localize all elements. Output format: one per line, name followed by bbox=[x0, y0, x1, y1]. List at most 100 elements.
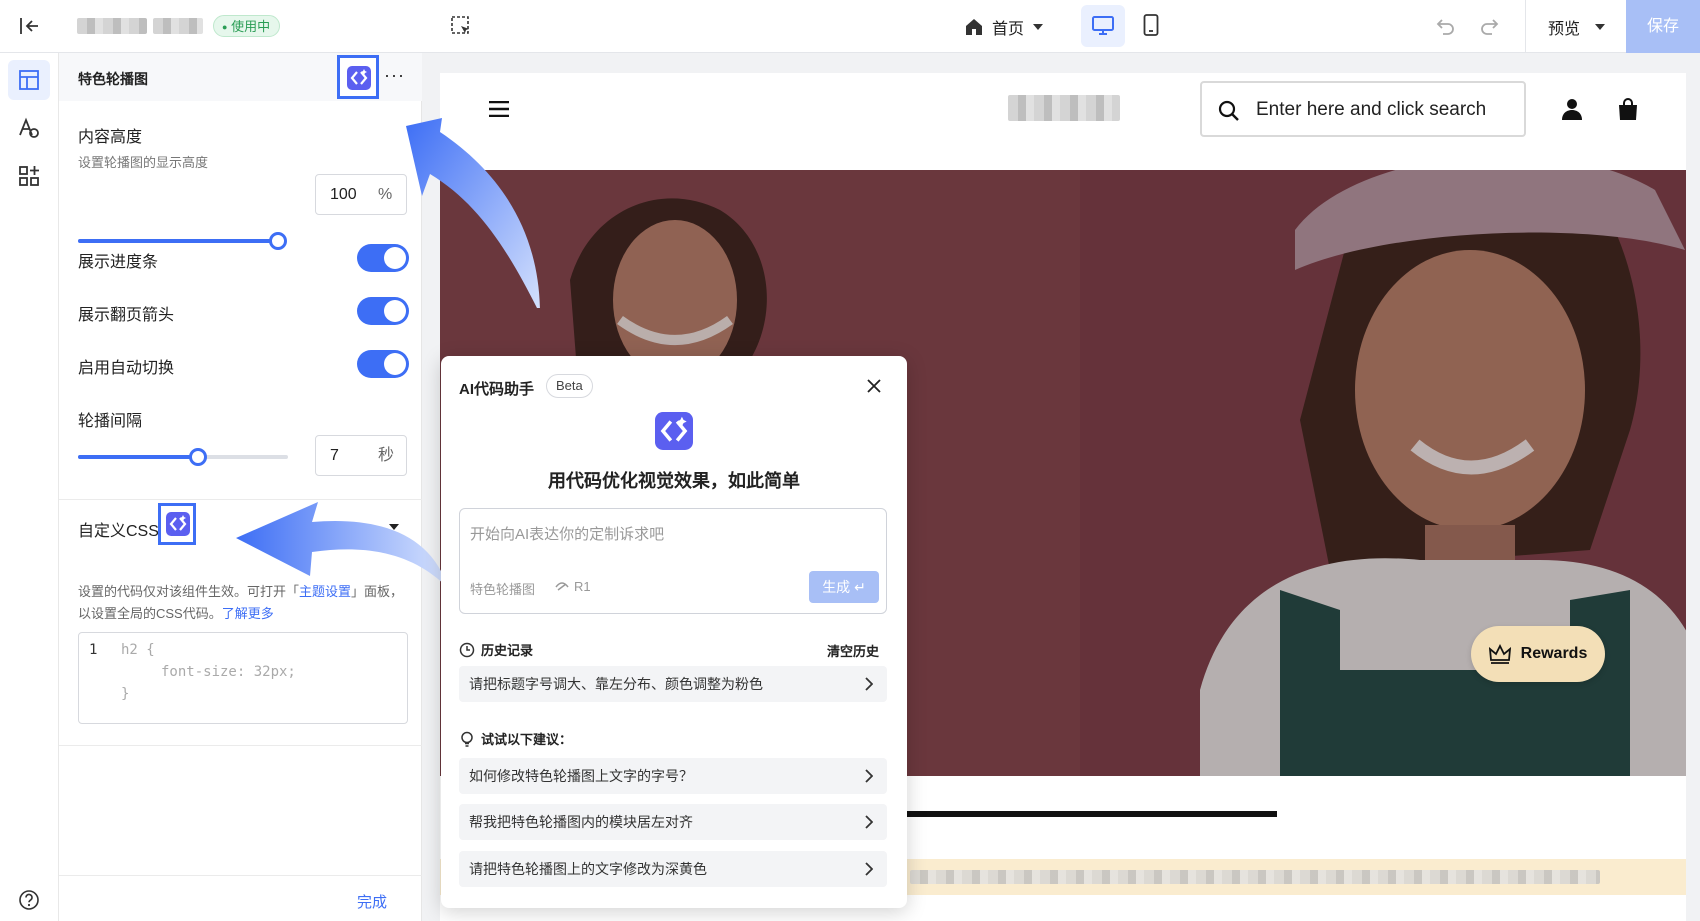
history-title: 历史记录 bbox=[481, 643, 534, 658]
rewards-button[interactable]: Rewards bbox=[1471, 626, 1605, 682]
suggestions-header: 试试以下建议： bbox=[459, 729, 572, 748]
context-tag: 特色轮播图 bbox=[470, 582, 536, 597]
code-line: font-size: 32px; bbox=[161, 664, 296, 680]
interval-slider[interactable] bbox=[78, 448, 288, 466]
lightbulb-icon bbox=[461, 731, 473, 747]
ai-dialog-title: AI代码助手 bbox=[459, 381, 535, 398]
generate-button[interactable]: 生成 ↵ bbox=[809, 571, 879, 603]
height-label: 内容高度 bbox=[78, 129, 143, 146]
page-select[interactable]: 首页 bbox=[964, 14, 1044, 40]
caret-down-icon bbox=[1595, 24, 1606, 30]
search-placeholder: Enter here and click search bbox=[1256, 99, 1487, 120]
caret-down-icon bbox=[1033, 24, 1044, 30]
code-line: } bbox=[121, 686, 130, 702]
divider bbox=[59, 875, 422, 876]
rewards-label: Rewards bbox=[1520, 645, 1588, 662]
clear-history-button[interactable]: 清空历史 bbox=[827, 641, 879, 660]
height-input[interactable]: 100 % bbox=[315, 174, 407, 215]
height-slider-knob[interactable] bbox=[269, 232, 287, 250]
interval-slider-fill bbox=[78, 455, 198, 459]
home-icon bbox=[966, 19, 982, 35]
top-bar: ● 使用中 首页 预览 保存 bbox=[0, 0, 1700, 53]
height-value: 100 bbox=[330, 186, 357, 203]
suggestion-item[interactable]: 请把特色轮播图上的文字修改为深黄色 bbox=[459, 851, 887, 887]
store-search-box[interactable]: Enter here and click search bbox=[1200, 81, 1526, 137]
cart-bag-icon[interactable] bbox=[1617, 98, 1639, 120]
crown-icon bbox=[1488, 644, 1511, 664]
css-ai-button[interactable] bbox=[158, 503, 196, 545]
ai-headline: 用代码优化视觉效果，如此简单 bbox=[548, 471, 800, 491]
section-title: 特色轮播图 bbox=[78, 71, 148, 87]
beta-badge: Beta bbox=[546, 374, 593, 398]
apps-icon bbox=[19, 166, 39, 186]
slide-progress-bar bbox=[852, 811, 1277, 817]
line-number: 1 bbox=[89, 642, 98, 658]
font-style-icon bbox=[19, 117, 39, 138]
suggestion-item[interactable]: 如何修改特色轮播图上文字的字号？ bbox=[459, 758, 887, 794]
hamburger-menu-icon[interactable] bbox=[489, 101, 509, 117]
auto-switch-label: 启用自动切换 bbox=[78, 360, 175, 377]
layout-icon bbox=[19, 70, 39, 90]
divider bbox=[1525, 0, 1526, 53]
history-item-text: 请把标题字号调大、靠左分布、颜色调整为粉色 bbox=[469, 676, 763, 692]
interval-input[interactable]: 7 秒 bbox=[315, 435, 407, 476]
account-icon[interactable] bbox=[1561, 98, 1583, 120]
banner-text-blurred bbox=[910, 870, 1600, 884]
model-tag-label: R1 bbox=[574, 579, 591, 594]
model-tag[interactable]: R1 bbox=[555, 579, 591, 594]
history-item[interactable]: 请把标题字号调大、靠左分布、颜色调整为粉色 bbox=[459, 666, 887, 702]
help-icon[interactable] bbox=[18, 889, 40, 911]
desktop-icon bbox=[1092, 16, 1114, 35]
code-line: h2 { bbox=[121, 642, 155, 658]
guide-arrow-up bbox=[406, 118, 540, 308]
done-button[interactable]: 完成 bbox=[357, 891, 387, 912]
select-region-icon[interactable] bbox=[450, 15, 472, 37]
sections-tab[interactable] bbox=[8, 60, 50, 100]
chevron-right-icon bbox=[865, 677, 873, 691]
theme-name-blurred bbox=[77, 18, 203, 34]
ai-logo-icon bbox=[655, 412, 693, 450]
preview-button[interactable]: 预览 bbox=[1548, 14, 1606, 40]
store-logo-blurred bbox=[1008, 95, 1120, 121]
theme-style-tab[interactable] bbox=[18, 117, 40, 139]
exit-icon[interactable] bbox=[18, 15, 40, 37]
chevron-right-icon bbox=[865, 815, 873, 829]
guide-arrow-left bbox=[236, 502, 448, 588]
chevron-right-icon bbox=[865, 862, 873, 876]
apps-tab[interactable] bbox=[18, 165, 40, 187]
save-button[interactable]: 保存 bbox=[1626, 0, 1700, 53]
status-badge: ● 使用中 bbox=[213, 15, 281, 37]
desktop-view-button[interactable] bbox=[1081, 5, 1125, 47]
ai-prompt-box[interactable]: 开始向AI表达你的定制诉求吧 特色轮播图 R1 生成 ↵ bbox=[459, 508, 887, 614]
interval-unit: 秒 bbox=[378, 447, 395, 464]
chevron-right-icon bbox=[865, 769, 873, 783]
interval-slider-knob[interactable] bbox=[188, 448, 207, 466]
interval-label: 轮播间隔 bbox=[78, 413, 143, 430]
undo-icon[interactable] bbox=[1436, 16, 1456, 36]
history-clock-icon bbox=[459, 642, 475, 657]
mobile-view-button[interactable] bbox=[1143, 14, 1159, 36]
learn-more-link[interactable]: 了解更多 bbox=[222, 606, 274, 621]
more-icon[interactable]: ··· bbox=[384, 65, 405, 86]
suggestion-item[interactable]: 帮我把特色轮播图内的模块居左对齐 bbox=[459, 804, 887, 840]
css-code-editor[interactable]: 1 h2 { font-size: 32px; } bbox=[78, 632, 408, 724]
panel-header: 特色轮播图 ··· bbox=[59, 53, 422, 101]
height-description: 设置轮播图的显示高度 bbox=[78, 155, 209, 170]
divider bbox=[59, 499, 422, 500]
settings-panel: 特色轮播图 ··· 内容高度 设置轮播图的显示高度 100 % 展示进度条 展示… bbox=[59, 53, 422, 921]
redo-icon[interactable] bbox=[1479, 16, 1499, 36]
ai-code-icon bbox=[166, 512, 190, 536]
ai-assistant-button[interactable] bbox=[337, 55, 379, 99]
divider bbox=[59, 745, 422, 746]
height-unit: % bbox=[378, 186, 393, 203]
auto-switch-toggle[interactable] bbox=[357, 350, 409, 378]
show-progress-label: 展示进度条 bbox=[78, 254, 159, 271]
height-slider-fill bbox=[78, 239, 278, 243]
height-slider[interactable] bbox=[78, 232, 287, 250]
custom-css-title: 自定义CSS bbox=[78, 523, 159, 540]
mobile-icon bbox=[1143, 14, 1159, 36]
suggestion-text: 请把特色轮播图上的文字修改为深黄色 bbox=[469, 861, 707, 877]
suggestion-text: 如何修改特色轮播图上文字的字号？ bbox=[469, 768, 693, 784]
left-rail bbox=[0, 53, 59, 921]
close-icon[interactable] bbox=[866, 378, 882, 394]
